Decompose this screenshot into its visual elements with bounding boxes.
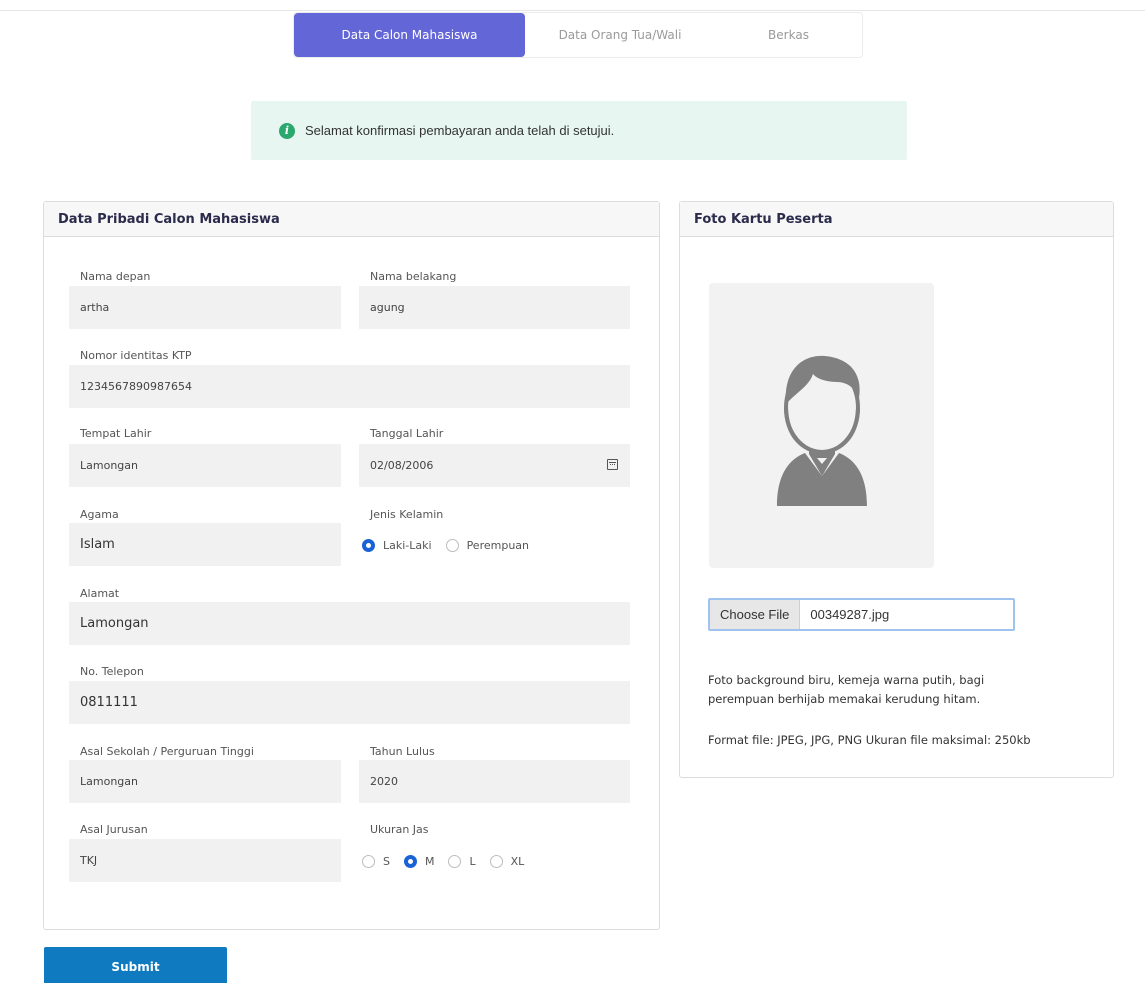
size-option-label: L [469,855,476,868]
gender-option-label: Perempuan [466,539,530,552]
radio-size-s[interactable] [362,855,375,868]
ktp-field[interactable]: 1234567890987654 [69,365,630,408]
religion-select[interactable]: Islam [69,523,341,566]
birth-date-value: 02/08/2006 [370,459,434,472]
photo-preview [709,283,934,568]
submit-button[interactable]: Submit [44,947,227,983]
first-name-field[interactable]: artha [69,286,341,329]
school-field[interactable]: Lamongan [69,760,341,803]
size-option-l[interactable]: L [448,855,476,868]
address-label: Alamat [80,587,120,600]
religion-label: Agama [80,508,119,521]
major-label: Asal Jurusan [80,823,148,836]
address-field[interactable]: Lamongan [69,602,630,645]
birth-place-field[interactable]: Lamongan [69,444,341,487]
birth-place-label: Tempat Lahir [80,427,152,440]
radio-laki-laki[interactable] [362,539,375,552]
selected-file-name: 00349287.jpg [810,607,890,622]
major-field[interactable]: TKJ [69,839,341,882]
personal-data-title: Data Pribadi Calon Mahasiswa [44,202,659,237]
photo-file-input[interactable]: Choose File 00349287.jpg [708,598,1015,631]
last-name-label: Nama belakang [370,270,457,283]
gender-label: Jenis Kelamin [370,508,444,521]
radio-perempuan[interactable] [445,539,459,552]
first-name-label: Nama depan [80,270,151,283]
radio-size-xl[interactable] [489,855,503,868]
size-option-s[interactable]: S [362,855,390,868]
gender-option-label: Laki-Laki [383,539,432,552]
last-name-field[interactable]: agung [359,286,630,329]
phone-field[interactable]: 0811111 [69,681,630,724]
alert-text: Selamat konfirmasi pembayaran anda telah… [305,123,615,138]
form-tabs: Data Calon Mahasiswa Data Orang Tua/Wali… [293,12,863,58]
birth-date-field[interactable]: 02/08/2006 [359,444,630,487]
top-divider [0,10,1145,11]
success-alert: i Selamat konfirmasi pembayaran anda tel… [251,101,907,160]
jacket-size-label: Ukuran Jas [370,823,429,836]
size-option-m[interactable]: M [403,855,435,868]
phone-label: No. Telepon [80,665,144,678]
photo-requirements-note: Foto background biru, kemeja warna putih… [708,673,985,706]
photo-card-title: Foto Kartu Peserta [680,202,1113,237]
birth-date-label: Tanggal Lahir [370,427,444,440]
grad-year-label: Tahun Lulus [370,745,435,758]
choose-file-button[interactable]: Choose File [710,600,801,629]
tab-berkas[interactable]: Berkas [715,13,862,57]
tab-data-orang-tua[interactable]: Data Orang Tua/Wali [525,13,715,57]
ktp-label: Nomor identitas KTP [80,349,192,362]
school-label: Asal Sekolah / Perguruan Tinggi [80,745,254,758]
size-option-label: M [424,855,435,868]
radio-size-l[interactable] [448,855,462,868]
radio-size-m[interactable] [403,855,417,868]
tab-data-calon-mahasiswa[interactable]: Data Calon Mahasiswa [294,13,525,57]
size-option-xl[interactable]: XL [489,855,525,868]
gender-option-perempuan[interactable]: Perempuan [445,539,530,552]
size-option-label: XL [510,855,525,868]
gender-option-laki[interactable]: Laki-Laki [362,539,432,552]
jacket-size-radio-group: S M L XL [362,855,538,868]
gender-radio-group: Laki-Laki Perempuan [362,539,543,552]
file-format-note: Format file: JPEG, JPG, PNG Ukuran file … [708,733,1031,747]
grad-year-field[interactable]: 2020 [359,760,630,803]
info-icon: i [279,122,295,139]
size-option-label: S [383,855,390,868]
user-avatar-icon [776,355,867,506]
calendar-icon[interactable] [607,459,618,470]
